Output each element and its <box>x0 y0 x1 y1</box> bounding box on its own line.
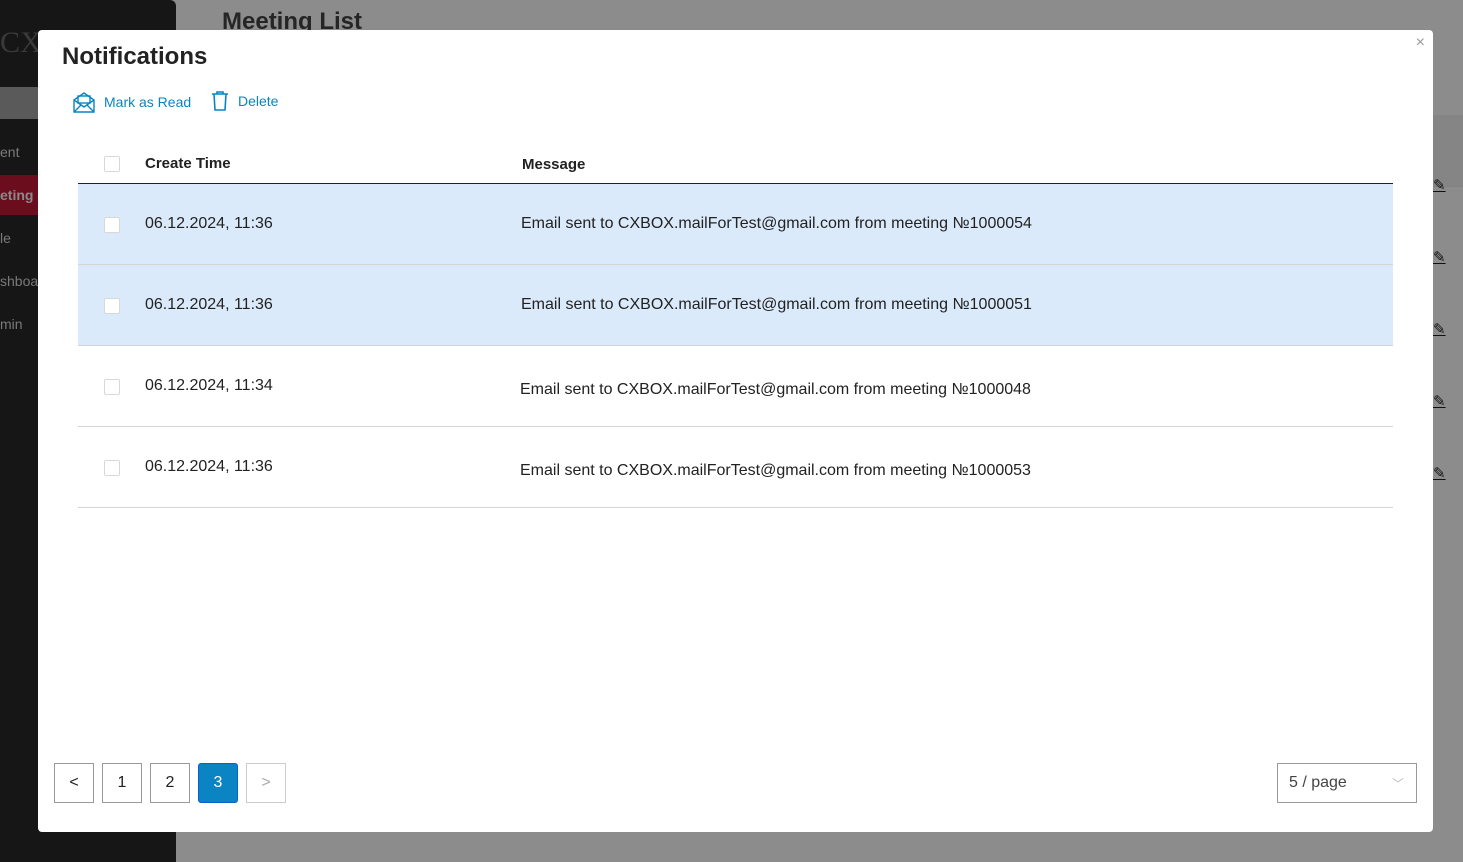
chevron-down-icon: ﹀ <box>1391 776 1404 791</box>
edit-icon[interactable]: ✎ <box>1433 248 1446 266</box>
delete-button[interactable]: Delete <box>210 90 278 112</box>
edit-icon[interactable]: ✎ <box>1433 320 1446 338</box>
row-message: Email sent to CXBOX.mailForTest@gmail.co… <box>521 215 1032 232</box>
notifications-modal: × Notifications Mark as Read Delete Crea… <box>38 30 1433 832</box>
select-all-checkbox[interactable] <box>104 156 120 172</box>
column-message[interactable]: Message <box>522 156 585 173</box>
page-2-button[interactable]: 2 <box>150 763 190 803</box>
row-create-time: 06.12.2024, 11:36 <box>145 296 273 313</box>
delete-label: Delete <box>238 93 279 109</box>
row-checkbox[interactable] <box>104 379 120 395</box>
row-message: Email sent to CXBOX.mailForTest@gmail.co… <box>520 462 1031 479</box>
modal-title: Notifications <box>62 43 208 70</box>
next-page-button[interactable]: > <box>246 763 286 803</box>
row-checkbox[interactable] <box>104 217 120 233</box>
row-create-time: 06.12.2024, 11:36 <box>145 458 273 475</box>
logo: CX <box>0 26 42 59</box>
notifications-table: Create Time Message 06.12.2024, 11:36 Em… <box>78 136 1393 508</box>
edit-icon[interactable]: ✎ <box>1433 176 1446 194</box>
prev-page-button[interactable]: < <box>54 763 94 803</box>
edit-icon[interactable]: ✎ <box>1433 464 1446 482</box>
row-create-time: 06.12.2024, 11:36 <box>145 215 273 232</box>
edit-icon[interactable]: ✎ <box>1433 392 1446 410</box>
mark-as-read-button[interactable]: Mark as Read <box>72 90 191 114</box>
page-size-value: 5 / page <box>1289 774 1347 791</box>
row-message: Email sent to CXBOX.mailForTest@gmail.co… <box>520 381 1031 398</box>
table-row[interactable]: 06.12.2024, 11:36 Email sent to CXBOX.ma… <box>78 427 1393 508</box>
table-row[interactable]: 06.12.2024, 11:36 Email sent to CXBOX.ma… <box>78 184 1393 265</box>
row-checkbox[interactable] <box>104 298 120 314</box>
page-1-button[interactable]: 1 <box>102 763 142 803</box>
table-row[interactable]: 06.12.2024, 11:34 Email sent to CXBOX.ma… <box>78 346 1393 427</box>
table-header: Create Time Message <box>78 136 1393 184</box>
row-message: Email sent to CXBOX.mailForTest@gmail.co… <box>521 296 1032 313</box>
trash-icon <box>212 91 228 111</box>
page-3-button[interactable]: 3 <box>198 763 238 803</box>
column-create-time[interactable]: Create Time <box>145 155 231 172</box>
table-row[interactable]: 06.12.2024, 11:36 Email sent to CXBOX.ma… <box>78 265 1393 346</box>
row-checkbox[interactable] <box>104 460 120 476</box>
row-create-time: 06.12.2024, 11:34 <box>145 377 273 394</box>
envelope-open-icon <box>73 92 95 113</box>
page-size-select[interactable]: 5 / page ﹀ <box>1277 763 1417 803</box>
close-icon[interactable]: × <box>1416 34 1425 52</box>
mark-as-read-label: Mark as Read <box>104 94 192 110</box>
